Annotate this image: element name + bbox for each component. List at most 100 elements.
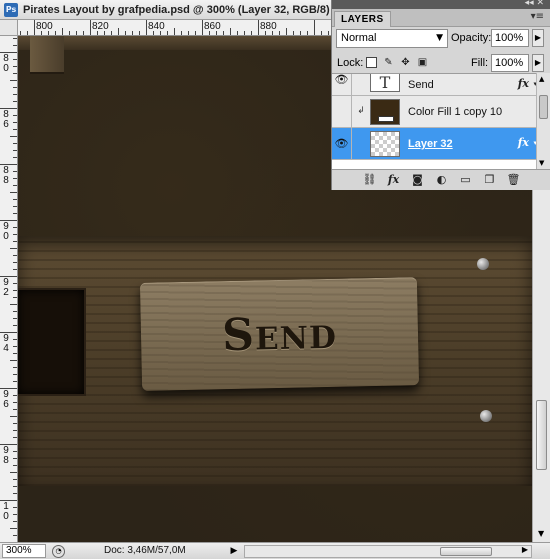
scroll-right-icon[interactable]: ▶ (522, 545, 528, 554)
ruler-tick (13, 94, 17, 95)
ruler-tick (272, 31, 273, 35)
horizontal-scroll-thumb[interactable] (440, 547, 492, 556)
visibility-eye-icon[interactable]: 👁 (332, 128, 352, 159)
lock-transparent-pixels-icon[interactable] (366, 57, 377, 68)
ruler-tick (55, 31, 56, 35)
ruler-tick (0, 108, 17, 109)
lock-label: Lock: (337, 57, 364, 69)
ruler-tick (244, 31, 245, 35)
layer-effects-fx-icon[interactable]: fx (518, 136, 529, 149)
scroll-down-icon[interactable]: ▼ (538, 529, 544, 538)
delete-layer-icon[interactable]: 🗑 (507, 173, 521, 187)
ruler-tick (0, 52, 17, 53)
fill-input[interactable]: 100% (491, 54, 529, 72)
document-horizontal-scrollbar[interactable]: ▶ (244, 545, 532, 558)
scroll-up-icon[interactable]: ▲ (539, 75, 544, 83)
layer-row-color-fill[interactable]: ↲ Color Fill 1 copy 10 (332, 96, 537, 128)
document-info-icon[interactable]: ◔ (52, 545, 65, 558)
ruler-tick (251, 31, 252, 35)
new-layer-icon[interactable]: ❐ (483, 173, 497, 187)
layer-name[interactable]: Send (408, 79, 434, 91)
clipping-arrow-icon: ↲ (357, 106, 365, 116)
document-vertical-scrollbar[interactable]: ▼ (532, 190, 550, 542)
lock-image-pixels-icon[interactable]: ✎ (383, 57, 394, 68)
ruler-tick (13, 346, 17, 347)
ruler-tick (111, 31, 112, 35)
zoom-level-field[interactable]: 300% (2, 544, 46, 558)
ruler-tick (279, 31, 280, 35)
ruler-tick (181, 31, 182, 35)
ruler-tick (13, 185, 17, 186)
ruler-tick (13, 59, 17, 60)
layer-list[interactable]: 👁 T Send fx ▾ ↲ Color Fill 1 copy 10 👁 L… (332, 73, 550, 169)
ruler-tick (62, 28, 63, 35)
ruler-tick (13, 206, 17, 207)
panel-menu-icon[interactable]: ▾≡ (531, 11, 544, 22)
ruler-tick (237, 31, 238, 35)
ruler-label: 800 (36, 21, 53, 32)
wood-post (30, 36, 64, 74)
scroll-thumb[interactable] (539, 95, 548, 119)
ruler-tick (13, 227, 17, 228)
ruler-tick (34, 20, 35, 35)
fill-slider-arrow-icon[interactable]: ▶ (532, 54, 544, 72)
ruler-label: 880 (260, 21, 277, 32)
transparent-layer-thumbnail (370, 131, 400, 157)
ruler-tick (0, 444, 17, 445)
ruler-tick (48, 31, 49, 35)
layers-scrollbar[interactable]: ▲ ▼ (536, 73, 550, 169)
nail-head (480, 410, 492, 422)
ruler-tick (13, 507, 17, 508)
vertical-ruler[interactable]: 8 0 8 6 8 8 9 0 9 2 9 4 9 6 9 8 1 0 (0, 36, 18, 542)
visibility-eye-icon[interactable] (332, 96, 352, 127)
lock-all-icon[interactable]: ▣ (417, 57, 428, 68)
ruler-tick (13, 318, 17, 319)
text-layer-thumbnail: T (370, 74, 400, 92)
ruler-tick (153, 31, 154, 35)
opacity-slider-arrow-icon[interactable]: ▶ (532, 29, 544, 47)
ruler-tick (13, 269, 17, 270)
opacity-input[interactable]: 100% (491, 29, 529, 47)
ruler-tick (13, 115, 17, 116)
ruler-tick (0, 500, 17, 501)
add-mask-icon[interactable]: ◙ (411, 173, 425, 187)
layer-row-layer-32[interactable]: 👁 Layer 32 fx ▾ (332, 128, 537, 160)
blend-mode-select[interactable]: Normal ▼ (336, 29, 448, 48)
ruler-tick (13, 395, 17, 396)
layers-panel[interactable]: ◂◂ ✕ LAYERS ▾≡ Normal ▼ Opacity: 100% ▶ … (331, 0, 550, 190)
ruler-tick (146, 20, 147, 35)
layer-name[interactable]: Color Fill 1 copy 10 (408, 106, 502, 118)
new-group-icon[interactable]: ▭ (459, 173, 473, 187)
ruler-tick (10, 360, 17, 361)
visibility-eye-icon[interactable]: 👁 (332, 74, 352, 95)
ruler-tick (307, 31, 308, 35)
ruler-tick (90, 20, 91, 35)
status-bar: 300% ◔ Doc: 3,46M/57,0M ▶ ▶ (0, 542, 550, 559)
status-menu-arrow-icon[interactable]: ▶ (228, 544, 240, 558)
vertical-scroll-thumb[interactable] (536, 400, 547, 470)
ruler-origin[interactable] (0, 20, 18, 36)
fill-layer-thumbnail (370, 99, 400, 125)
add-layer-style-icon[interactable]: fx (387, 173, 401, 187)
ruler-tick (13, 213, 17, 214)
send-button-label: Send (221, 307, 338, 361)
send-button[interactable]: Send (139, 277, 420, 391)
layer-effects-fx-icon[interactable]: fx (518, 77, 529, 90)
collapse-panel-icon[interactable]: ◂◂ ✕ (525, 0, 544, 8)
link-layers-icon[interactable]: ⛓ (363, 173, 377, 187)
ruler-tick (10, 416, 17, 417)
ruler-tick (13, 73, 17, 74)
ruler-tick (13, 451, 17, 452)
ruler-tick (69, 31, 70, 35)
panel-header-strip[interactable]: ◂◂ ✕ (332, 0, 550, 9)
layer-row-send[interactable]: 👁 T Send fx ▾ (332, 74, 537, 96)
layer-name[interactable]: Layer 32 (408, 138, 453, 150)
ruler-tick (13, 297, 17, 298)
tab-layers[interactable]: LAYERS (334, 11, 391, 27)
ruler-tick (160, 31, 161, 35)
scroll-down-icon[interactable]: ▼ (539, 159, 544, 167)
lock-position-icon[interactable]: ✥ (400, 57, 411, 68)
new-adjustment-layer-icon[interactable]: ◐ (435, 173, 449, 187)
ruler-tick (314, 20, 315, 35)
ruler-label: 840 (148, 21, 165, 32)
